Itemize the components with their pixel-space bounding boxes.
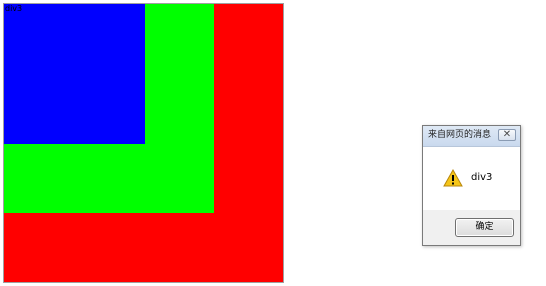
div3-caption: div3 [5,4,23,13]
page-canvas: div3 [3,3,284,283]
close-icon[interactable]: ✕ [498,129,516,141]
dialog-title: 来自网页的消息 [428,130,492,140]
dialog-body: div3 [423,147,520,210]
alert-dialog: 来自网页的消息 ✕ div3 确定 [422,125,521,246]
warning-icon [443,169,463,187]
dialog-message: div3 [471,172,493,183]
ok-button[interactable]: 确定 [455,218,514,237]
div3-blue-box[interactable]: div3 [4,4,145,144]
dialog-titlebar[interactable]: 来自网页的消息 ✕ [423,126,520,147]
dialog-footer: 确定 [423,210,520,245]
